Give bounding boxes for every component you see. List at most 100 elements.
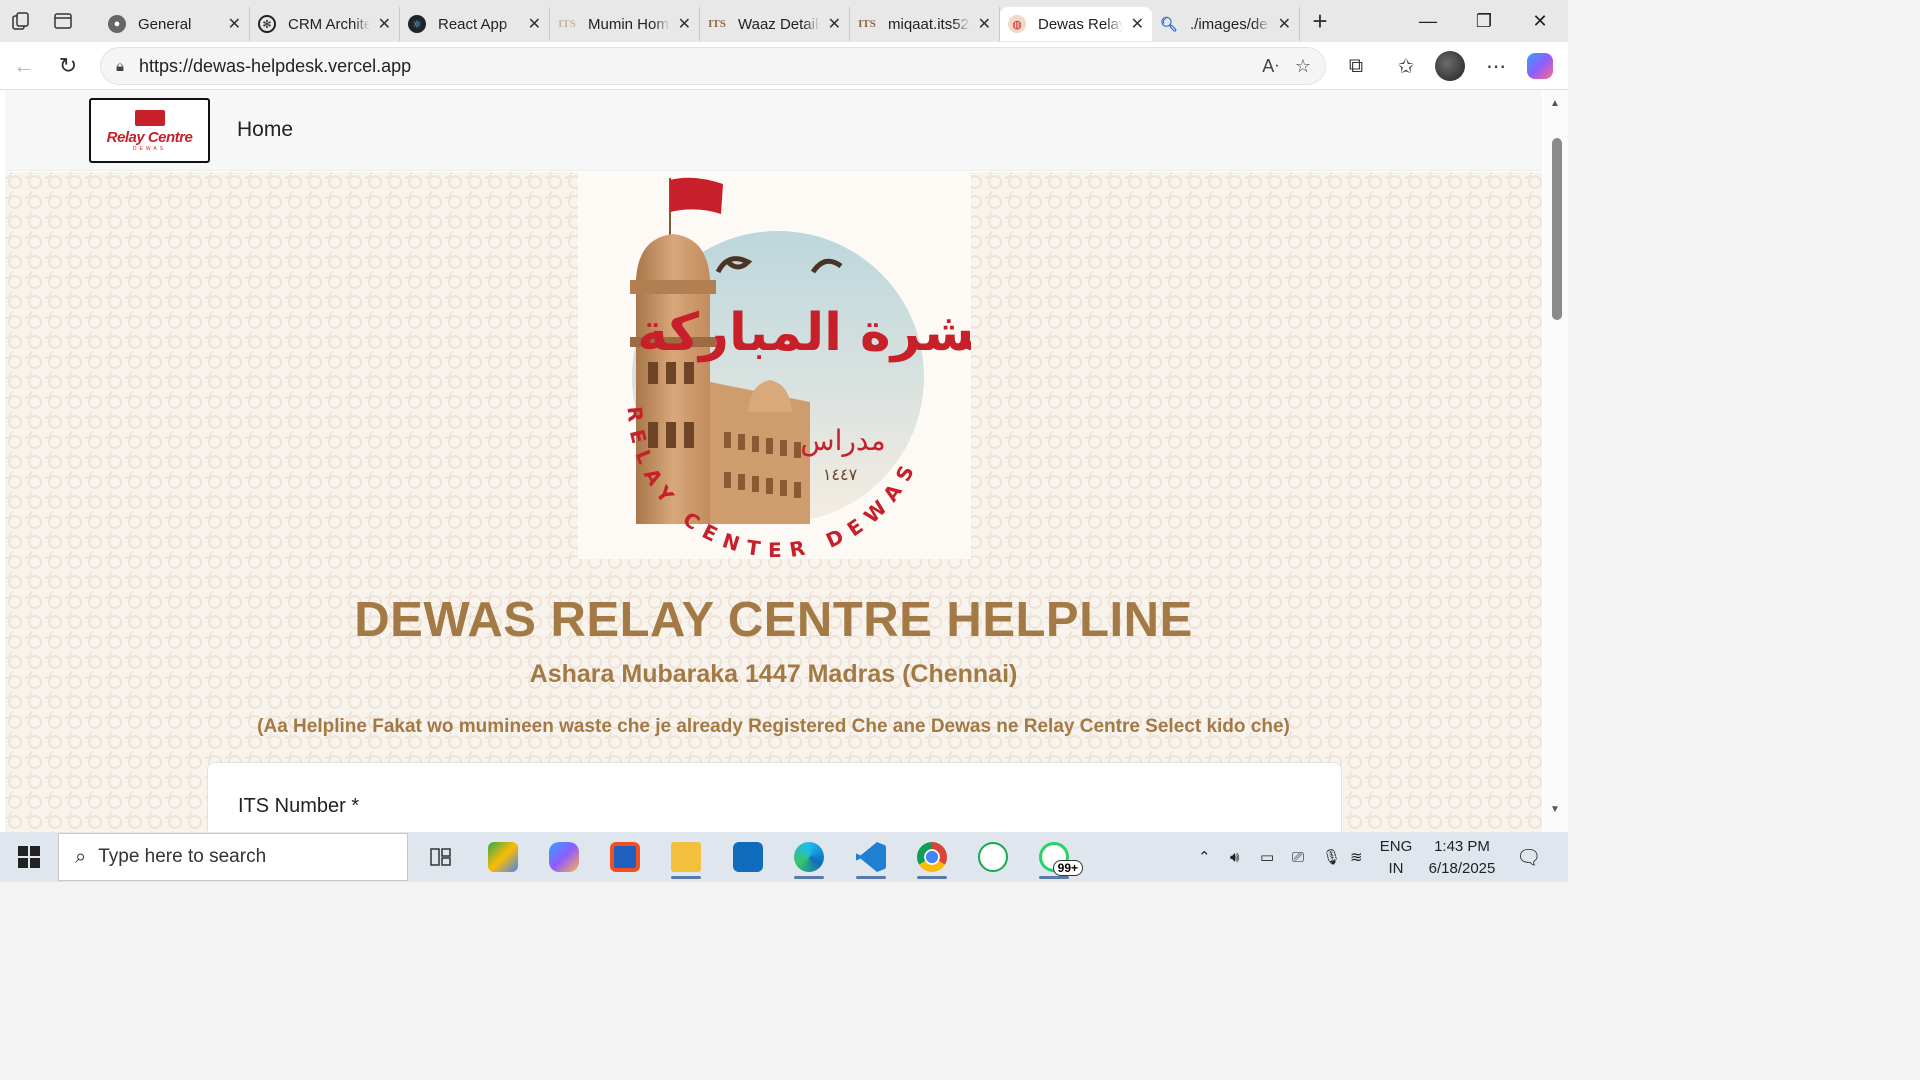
tab-label: React App (438, 15, 508, 33)
its-icon: ITS (558, 18, 576, 30)
page-title: DEWAS RELAY CENTRE HELPLINE (354, 593, 1193, 647)
back-icon[interactable]: ← (2, 44, 46, 88)
nav-home-link[interactable]: Home (237, 118, 293, 142)
system-clock[interactable]: 1:43 PM 6/18/2025 (1416, 836, 1508, 880)
address-bar[interactable]: 🔒︎ https://dewas-helpdesk.vercel.app A͏ᐧ… (100, 47, 1326, 85)
flag-icon (134, 109, 165, 126)
tab-label: Dewas Relay (1038, 15, 1123, 33)
vertical-tabs-icon[interactable] (42, 0, 84, 42)
close-tab-icon[interactable]: ✕ (378, 14, 391, 34)
search-icon: ⌕ (75, 845, 87, 868)
profile-avatar[interactable] (1428, 42, 1472, 90)
tab-label: General (138, 15, 192, 33)
browser-toolbar: ← ↻ 🔒︎ https://dewas-helpdesk.vercel.app… (0, 42, 1568, 90)
browser-tab-strip: ● General ✕ ✻ CRM Architecture ✕ ⚛ React… (0, 0, 1568, 42)
workspaces-icon[interactable] (0, 0, 42, 42)
tab-label: Mumin Home (588, 15, 670, 33)
page-viewport: Relay Centre DEWAS Home شرة المباركة مدر… (0, 90, 1568, 832)
favorites-icon[interactable]: ✩ (1384, 42, 1428, 90)
edge-browser-icon[interactable] (786, 834, 832, 880)
logo-subtext: DEWAS (132, 145, 167, 152)
vscode-icon[interactable] (848, 834, 894, 880)
helpline-form: ITS Number * (207, 762, 1342, 832)
tab-label: ./images/de (1190, 15, 1268, 33)
close-tab-icon[interactable]: ✕ (1278, 14, 1291, 34)
tab-waaz-details[interactable]: ITS Waaz Details ✕ (700, 7, 850, 41)
github-icon: ● (108, 15, 126, 33)
scroll-down-icon[interactable]: ▼ (1550, 804, 1560, 815)
site-logo[interactable]: Relay Centre DEWAS (89, 98, 210, 163)
close-window-icon[interactable]: ✕ (1512, 0, 1568, 42)
volume-icon[interactable]: 🔊︎ (1230, 832, 1239, 882)
tab-label: CRM Architecture (288, 15, 370, 33)
extensions-icon[interactable]: ⧉ (1334, 42, 1378, 90)
close-tab-icon[interactable]: ✕ (228, 14, 241, 34)
favorite-star-icon[interactable]: ☆ (1295, 56, 1311, 77)
restore-icon[interactable]: ❐ (1456, 0, 1512, 42)
whatsapp-badge: 99+ (1052, 860, 1083, 876)
close-tab-icon[interactable]: ✕ (678, 14, 691, 34)
windows-start-icon[interactable] (0, 832, 58, 882)
its-icon: ITS (708, 18, 726, 30)
close-tab-icon[interactable]: ✕ (528, 14, 541, 34)
lock-icon[interactable]: 🔒︎ (101, 58, 139, 75)
lang-code: ENG (1379, 838, 1413, 855)
whatsapp-icon[interactable]: 99+ (1031, 834, 1083, 880)
tab-label: miqaat.its52 (888, 15, 969, 33)
copilot-icon[interactable] (1518, 42, 1562, 90)
mongodb-compass-icon[interactable] (970, 834, 1016, 880)
file-explorer-icon[interactable] (663, 834, 709, 880)
tab-mumin-home[interactable]: ITS Mumin Home ✕ (550, 7, 700, 41)
relay-icon: ◍ (1008, 15, 1026, 33)
openai-icon: ✻ (258, 15, 276, 33)
close-tab-icon[interactable]: ✕ (1131, 14, 1144, 34)
battery-icon[interactable]: ▭ (1260, 832, 1274, 882)
emblem-city: مدراس (800, 424, 885, 457)
tab-react-app[interactable]: ⚛ React App ✕ (400, 7, 550, 41)
its-number-label: ITS Number * (238, 795, 360, 817)
region-code: IN (1388, 860, 1404, 877)
new-tab-button[interactable]: + (1300, 6, 1340, 37)
url-text[interactable]: https://dewas-helpdesk.vercel.app (139, 56, 411, 77)
search-placeholder: Type here to search (98, 846, 267, 867)
clock-time: 1:43 PM (1434, 838, 1490, 855)
scrollbar-thumb[interactable] (1552, 138, 1562, 320)
tab-general[interactable]: ● General ✕ (100, 7, 250, 41)
tab-crm[interactable]: ✻ CRM Architecture ✕ (250, 7, 400, 41)
task-view-icon[interactable] (418, 834, 464, 880)
more-menu-icon[interactable]: ⋯ (1474, 42, 1518, 90)
google-meet-icon[interactable] (480, 834, 526, 880)
tab-images[interactable]: 🔍︎ ./images/de ✕ (1152, 7, 1300, 41)
react-icon: ⚛ (408, 15, 426, 33)
page-scrollbar[interactable]: ▲ ▼ (1544, 90, 1568, 832)
taskbar-search-box[interactable]: ⌕ Type here to search (58, 833, 408, 881)
microphone-icon[interactable]: 🎙︎ (1322, 832, 1341, 882)
microsoft-store-icon[interactable] (602, 834, 648, 880)
logo-text: Relay Centre (106, 128, 193, 146)
tab-label: Waaz Details (738, 15, 820, 33)
emblem-year: ١٤٤٧ (823, 465, 858, 484)
eligibility-note: (Aa Helpline Fakat wo mumineen waste che… (257, 716, 1290, 737)
notifications-icon[interactable]: 🗨︎ (1516, 832, 1541, 882)
tab-miqaat[interactable]: ITS miqaat.its52 ✕ (850, 7, 1000, 41)
wifi-icon[interactable]: ≋ (1350, 832, 1363, 882)
outlook-icon[interactable] (725, 834, 771, 880)
language-indicator[interactable]: ENG IN (1376, 836, 1416, 880)
search-icon: 🔍︎ (1160, 15, 1178, 32)
site-header: Relay Centre DEWAS Home (5, 90, 1542, 171)
minimize-icon[interactable]: ― (1400, 0, 1456, 42)
read-aloud-icon[interactable]: A͏ᐧ (1262, 56, 1279, 77)
emblem-calligraphy: العشرة المباركة (637, 303, 971, 363)
chrome-icon[interactable] (909, 834, 955, 880)
meet-now-icon[interactable]: ⎚ (1292, 832, 1304, 882)
tray-chevron-icon[interactable]: ⌃ (1198, 832, 1211, 882)
refresh-icon[interactable]: ↻ (46, 44, 90, 88)
tab-dewas-relay[interactable]: ◍ Dewas Relay ✕ (1000, 7, 1152, 41)
its-icon: ITS (858, 18, 876, 30)
scroll-up-icon[interactable]: ▲ (1550, 98, 1560, 109)
copilot-app-icon[interactable] (541, 834, 587, 880)
close-tab-icon[interactable]: ✕ (828, 14, 841, 34)
emblem-image: العشرة المباركة مدراس ١٤٤٧ RELAY CENTER … (578, 172, 1043, 562)
clock-date: 6/18/2025 (1428, 860, 1496, 877)
close-tab-icon[interactable]: ✕ (978, 14, 991, 34)
